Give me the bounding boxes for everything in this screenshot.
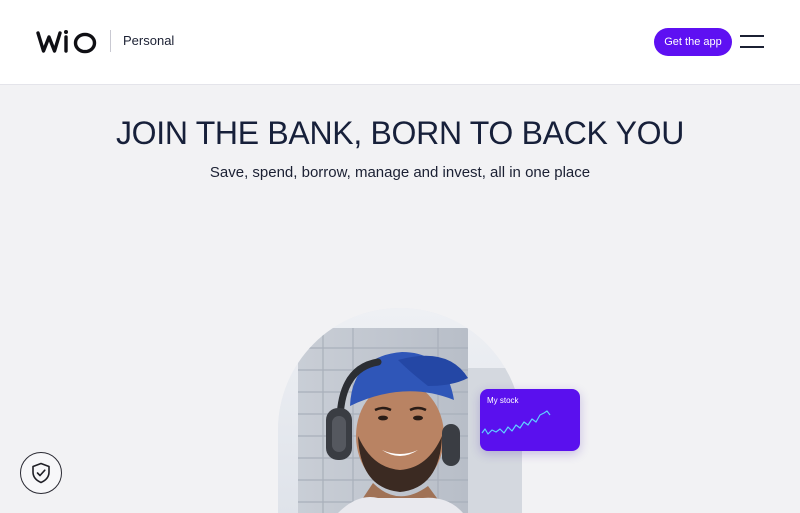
wio-logo-mark	[36, 30, 97, 54]
menu-line	[740, 46, 764, 48]
shield-check-icon	[32, 462, 50, 484]
menu-line	[740, 35, 764, 37]
my-stock-card: My stock	[480, 389, 580, 451]
security-badge-button[interactable]	[20, 452, 62, 494]
site-header: Personal Get the app	[0, 0, 800, 85]
hero-subtitle: Save, spend, borrow, manage and invest, …	[209, 164, 591, 181]
segment-personal-link[interactable]: Personal	[123, 33, 174, 48]
get-the-app-button[interactable]: Get the app	[654, 28, 732, 56]
hamburger-menu-icon[interactable]	[740, 33, 766, 51]
my-stock-label: My stock	[487, 396, 519, 405]
header-divider	[110, 30, 111, 52]
hero-title: JOIN THE BANK, BORN TO BACK YOU	[115, 115, 685, 151]
wio-logo[interactable]	[36, 29, 98, 55]
